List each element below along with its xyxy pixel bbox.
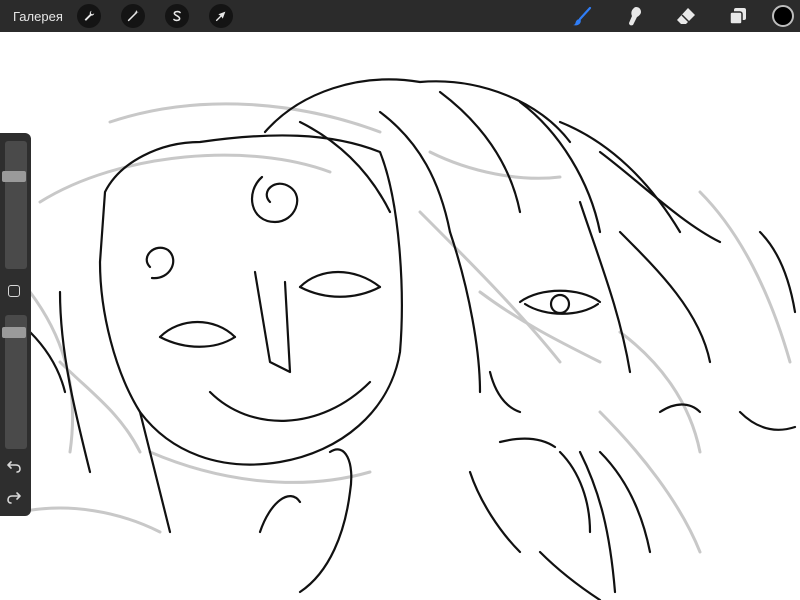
gallery-button[interactable]: Галерея	[13, 9, 63, 24]
brush-size-slider[interactable]	[2, 141, 27, 269]
adjustments-button[interactable]	[120, 4, 145, 28]
color-picker-swatch[interactable]	[772, 5, 794, 27]
wrench-icon	[84, 10, 95, 21]
undo-button[interactable]	[6, 458, 24, 474]
actions-button[interactable]	[76, 4, 101, 28]
brush-tool-button[interactable]	[566, 0, 598, 32]
sketch-artwork	[18, 78, 797, 600]
smudge-icon	[629, 7, 641, 26]
modify-button[interactable]	[8, 285, 20, 297]
selection-s-icon	[173, 10, 181, 22]
layers-icon	[729, 8, 746, 25]
arrow-cursor-icon	[215, 11, 226, 22]
eraser-icon	[677, 8, 695, 24]
selection-button[interactable]	[164, 4, 189, 28]
transform-button[interactable]	[208, 4, 233, 28]
left-sidebar	[0, 133, 31, 516]
opacity-slider[interactable]	[2, 315, 27, 449]
magic-wand-icon	[127, 9, 139, 22]
redo-button[interactable]	[6, 489, 24, 505]
drawing-canvas[interactable]	[0, 32, 800, 600]
redo-icon	[7, 492, 21, 504]
layers-button[interactable]	[722, 0, 754, 32]
top-toolbar: Галерея	[0, 0, 800, 32]
smudge-tool-button[interactable]	[618, 0, 650, 32]
brush-size-thumb[interactable]	[2, 171, 26, 182]
eraser-tool-button[interactable]	[670, 0, 702, 32]
undo-icon	[7, 461, 21, 473]
right-tool-group	[546, 0, 800, 32]
brush-icon	[573, 6, 592, 26]
opacity-thumb[interactable]	[2, 327, 26, 338]
